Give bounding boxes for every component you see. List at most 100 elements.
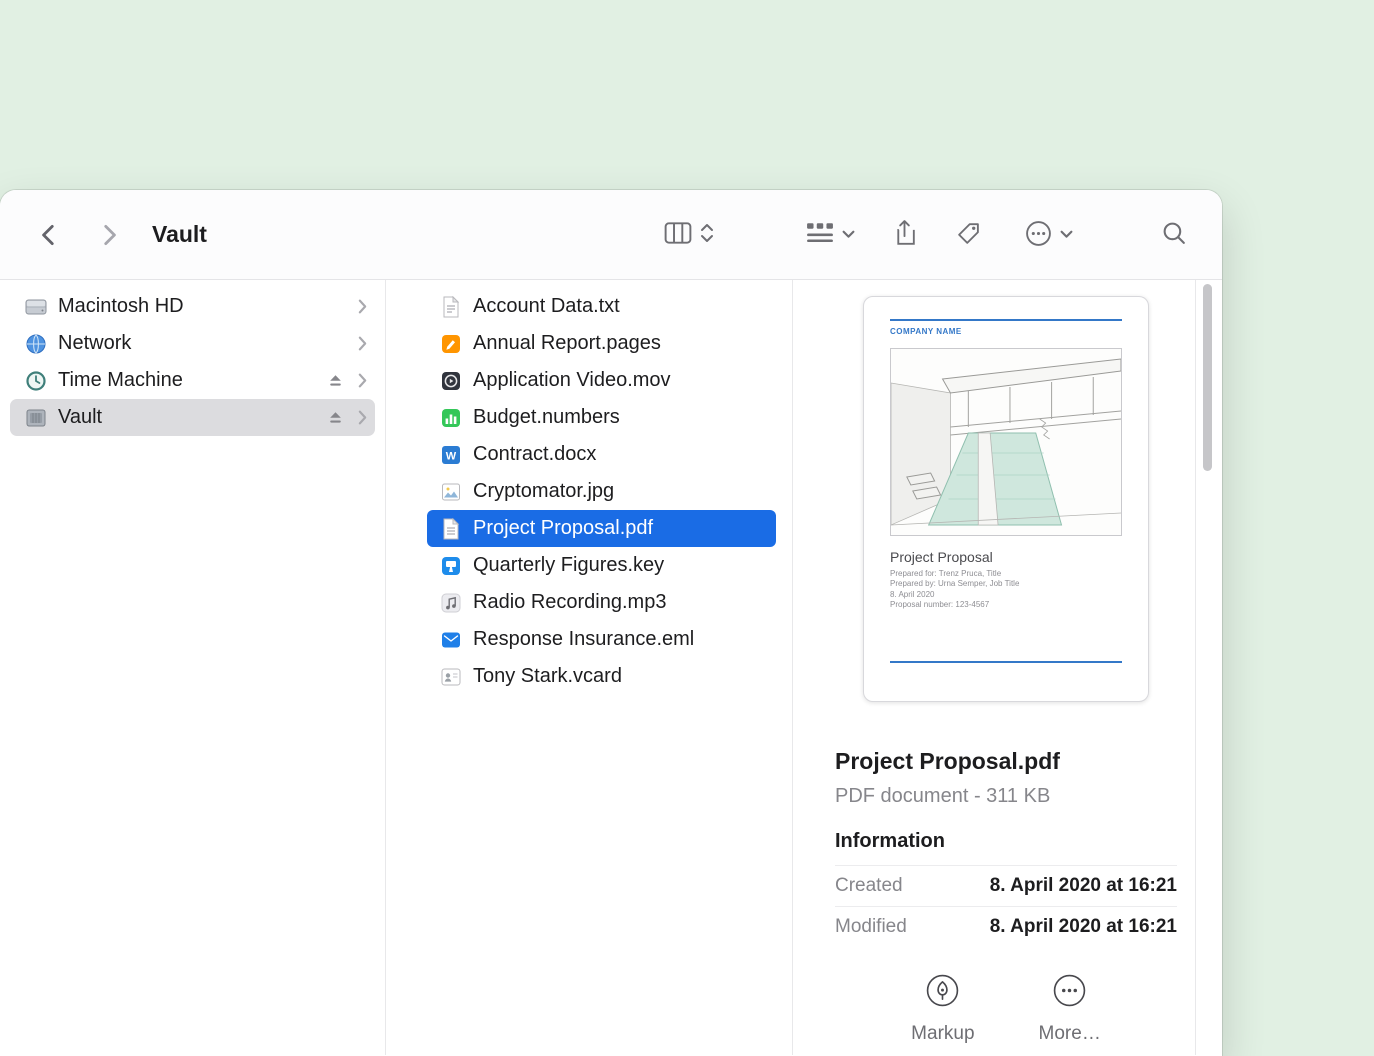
mp3-file-icon: [440, 592, 461, 614]
sidebar-item-label: Vault: [58, 406, 317, 429]
file-row-budget-numbers[interactable]: Budget.numbers: [427, 399, 776, 436]
chevron-right-icon[interactable]: [358, 373, 367, 388]
window-content: Macintosh HD Network Time Machine Vault …: [0, 280, 1222, 1055]
eject-icon[interactable]: [327, 409, 344, 426]
sidebar: Macintosh HD Network Time Machine Vault: [0, 280, 386, 1055]
file-name: Quarterly Figures.key: [473, 554, 664, 577]
jpg-file-icon: [440, 481, 461, 503]
file-name: Annual Report.pages: [473, 332, 661, 355]
tag-button[interactable]: [956, 221, 981, 249]
document-company-name: COMPANY NAME: [890, 327, 1122, 336]
column-view-icon: [664, 221, 692, 248]
document-bottom-rule: [890, 661, 1122, 663]
pdf-preview-thumbnail: COMPANY NAME: [863, 296, 1149, 702]
share-icon: [893, 219, 916, 251]
info-row-label: Modified: [835, 916, 907, 938]
document-title: Project Proposal: [890, 549, 1122, 565]
document-cover-image: [890, 348, 1122, 536]
info-row-value: 8. April 2020 at 16:21: [990, 875, 1177, 897]
info-row-label: Created: [835, 875, 903, 897]
more-actions-button[interactable]: [1025, 220, 1073, 250]
sidebar-item-label: Macintosh HD: [58, 295, 348, 318]
file-name: Cryptomator.jpg: [473, 480, 614, 503]
column-view-button[interactable]: [664, 221, 692, 248]
document-meta-line: Proposal number: 123-4567: [890, 600, 1122, 610]
pdf-file-icon: [440, 518, 461, 540]
numbers-file-icon: [440, 407, 461, 429]
sidebar-item-label: Network: [58, 332, 348, 355]
back-button[interactable]: [36, 222, 62, 248]
file-row-annual-report-pages[interactable]: Annual Report.pages: [427, 325, 776, 362]
more-label: More…: [1039, 1023, 1101, 1045]
hard-drive-icon: [24, 295, 48, 319]
finder-window: Vault: [0, 190, 1222, 1056]
scrollbar-track[interactable]: [1195, 280, 1222, 1055]
preview-file-name: Project Proposal.pdf: [835, 748, 1177, 775]
file-name: Contract.docx: [473, 443, 596, 466]
markup-icon: [925, 973, 960, 1014]
svg-text:W: W: [445, 450, 456, 462]
preview-column: COMPANY NAME: [793, 280, 1195, 1055]
tag-icon: [956, 221, 981, 249]
file-list-column: Account Data.txt Annual Report.pages App…: [386, 280, 793, 1055]
pages-file-icon: [440, 333, 461, 355]
file-name: Tony Stark.vcard: [473, 665, 622, 688]
file-row-cryptomator-jpg[interactable]: Cryptomator.jpg: [427, 473, 776, 510]
document-meta-line: Prepared by: Urna Semper, Job Title: [890, 579, 1122, 589]
file-row-project-proposal-pdf[interactable]: Project Proposal.pdf: [427, 510, 776, 547]
file-name: Budget.numbers: [473, 406, 620, 429]
txt-file-icon: [440, 296, 461, 318]
eml-file-icon: [440, 629, 461, 651]
file-row-application-video-mov[interactable]: Application Video.mov: [427, 362, 776, 399]
sidebar-item-network[interactable]: Network: [10, 325, 375, 362]
time-machine-icon: [24, 369, 48, 393]
more-button[interactable]: More…: [1039, 973, 1101, 1045]
document-meta-line: 8. April 2020: [890, 590, 1122, 600]
file-name: Response Insurance.eml: [473, 628, 694, 651]
network-globe-icon: [24, 332, 48, 356]
file-name: Account Data.txt: [473, 295, 620, 318]
forward-button[interactable]: [96, 222, 122, 248]
search-icon: [1161, 220, 1188, 250]
vcard-file-icon: [440, 666, 461, 688]
eject-icon[interactable]: [327, 372, 344, 389]
more-circle-icon: [1025, 220, 1052, 250]
preview-file-kind: PDF document - 311 KB: [835, 785, 1177, 808]
scrollbar-thumb[interactable]: [1203, 284, 1212, 471]
mov-file-icon: [440, 370, 461, 392]
document-meta: Prepared for: Trenz Pruca, TitlePrepared…: [890, 569, 1122, 611]
chevron-right-icon[interactable]: [358, 336, 367, 351]
search-button[interactable]: [1161, 220, 1188, 250]
chevron-right-icon[interactable]: [358, 410, 367, 425]
information-rows: Created 8. April 2020 at 16:21 Modified …: [835, 865, 1177, 947]
file-row-account-data-txt[interactable]: Account Data.txt: [427, 288, 776, 325]
document-meta-line: Prepared for: Trenz Pruca, Title: [890, 569, 1122, 579]
file-row-radio-recording-mp3[interactable]: Radio Recording.mp3: [427, 584, 776, 621]
info-row-value: 8. April 2020 at 16:21: [990, 916, 1177, 938]
file-row-quarterly-figures-key[interactable]: Quarterly Figures.key: [427, 547, 776, 584]
view-options-button[interactable]: [700, 221, 714, 248]
sidebar-item-vault[interactable]: Vault: [10, 399, 375, 436]
sidebar-item-time-machine[interactable]: Time Machine: [10, 362, 375, 399]
more-icon: [1052, 973, 1087, 1014]
file-row-tony-stark-vcard[interactable]: Tony Stark.vcard: [427, 658, 776, 695]
info-row-created: Created 8. April 2020 at 16:21: [835, 865, 1177, 906]
share-button[interactable]: [893, 219, 916, 251]
file-row-response-insurance-eml[interactable]: Response Insurance.eml: [427, 621, 776, 658]
window-title: Vault: [152, 221, 207, 248]
group-by-button[interactable]: [806, 221, 855, 248]
key-file-icon: [440, 555, 461, 577]
info-row-modified: Modified 8. April 2020 at 16:21: [835, 906, 1177, 947]
sidebar-item-label: Time Machine: [58, 369, 317, 392]
file-name: Application Video.mov: [473, 369, 671, 392]
sidebar-item-macintosh-hd[interactable]: Macintosh HD: [10, 288, 375, 325]
chevron-down-icon: [842, 230, 855, 239]
chevron-right-icon[interactable]: [358, 299, 367, 314]
document-top-rule: [890, 319, 1122, 321]
file-name: Radio Recording.mp3: [473, 591, 666, 614]
file-name: Project Proposal.pdf: [473, 517, 653, 540]
markup-button[interactable]: Markup: [911, 973, 974, 1045]
information-heading: Information: [835, 830, 1177, 853]
vault-icon: [24, 406, 48, 430]
file-row-contract-docx[interactable]: W Contract.docx: [427, 436, 776, 473]
